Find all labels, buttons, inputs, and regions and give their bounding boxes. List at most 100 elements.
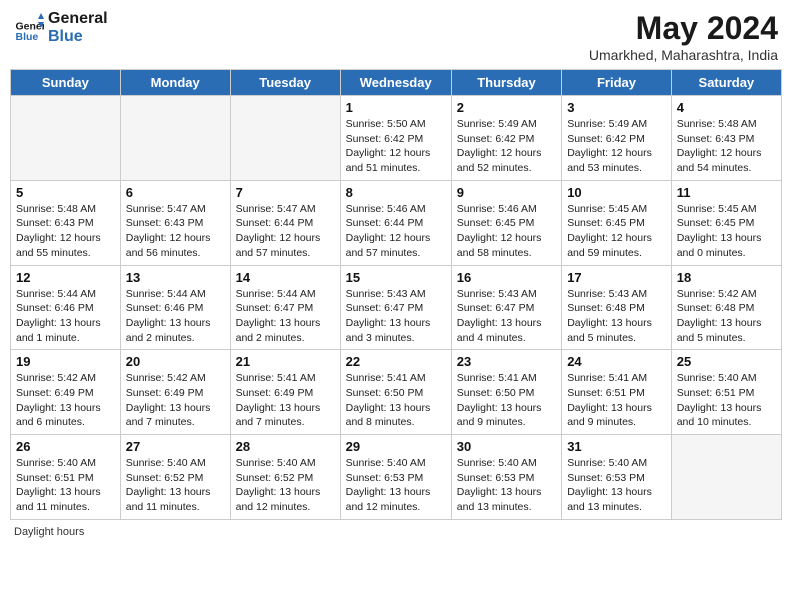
calendar-cell: 23 Sunrise: 5:41 AM Sunset: 6:50 PM Dayli… (451, 350, 561, 435)
day-number: 29 (346, 439, 446, 454)
footer: Daylight hours (10, 526, 782, 538)
calendar-cell: 25Sunrise: 5:40 AM Sunset: 6:51 PM Dayli… (671, 350, 781, 435)
day-info: Sunrise: 5:42 AM Sunset: 6:49 PM Dayligh… (126, 371, 225, 430)
day-info: Sunrise: 5:40 AM Sunset: 6:52 PM Dayligh… (236, 456, 335, 515)
calendar-cell: 30Sunrise: 5:40 AM Sunset: 6:53 PM Dayli… (451, 435, 561, 520)
calendar-cell: 29Sunrise: 5:40 AM Sunset: 6:53 PM Dayli… (340, 435, 451, 520)
day-info: Sunrise: 5:40 AM Sunset: 6:51 PM Dayligh… (16, 456, 115, 515)
weekday-header-monday: Monday (120, 70, 230, 96)
day-number: 18 (677, 270, 776, 285)
calendar-cell: 9 Sunrise: 5:46 AM Sunset: 6:45 PM Daylig… (451, 180, 561, 265)
logo: General Blue General Blue (14, 10, 108, 46)
day-number: 31 (567, 439, 666, 454)
calendar-cell (11, 96, 121, 181)
calendar-cell: 5 Sunrise: 5:48 AM Sunset: 6:43 PM Daylig… (11, 180, 121, 265)
calendar-cell: 24 Sunrise: 5:41 AM Sunset: 6:51 PM Dayli… (562, 350, 672, 435)
day-info: Sunrise: 5:44 AM Sunset: 6:47 PM Dayligh… (236, 287, 335, 346)
calendar-cell: 3 Sunrise: 5:49 AM Sunset: 6:42 PM Daylig… (562, 96, 672, 181)
calendar-cell: 1Sunrise: 5:50 AM Sunset: 6:42 PM Daylig… (340, 96, 451, 181)
day-info: Sunrise: 5:47 AM Sunset: 6:43 PM Dayligh… (126, 202, 225, 261)
day-number: 11 (677, 185, 776, 200)
day-info: Sunrise: 5:44 AM Sunset: 6:46 PM Dayligh… (126, 287, 225, 346)
day-number: 26 (16, 439, 115, 454)
month-title: May 2024 (589, 10, 778, 47)
day-info: Sunrise: 5:41 AM Sunset: 6:49 PM Dayligh… (236, 371, 335, 430)
day-info: Sunrise: 5:47 AM Sunset: 6:44 PM Dayligh… (236, 202, 335, 261)
day-info: Sunrise: 5:43 AM Sunset: 6:47 PM Dayligh… (457, 287, 556, 346)
calendar-cell: 16 Sunrise: 5:43 AM Sunset: 6:47 PM Dayli… (451, 265, 561, 350)
day-info: Sunrise: 5:42 AM Sunset: 6:49 PM Dayligh… (16, 371, 115, 430)
day-number: 15 (346, 270, 446, 285)
day-info: Sunrise: 5:40 AM Sunset: 6:53 PM Dayligh… (567, 456, 666, 515)
day-info: Sunrise: 5:45 AM Sunset: 6:45 PM Dayligh… (567, 202, 666, 261)
calendar-cell: 7 Sunrise: 5:47 AM Sunset: 6:44 PM Daylig… (230, 180, 340, 265)
calendar-cell: 28 Sunrise: 5:40 AM Sunset: 6:52 PM Dayli… (230, 435, 340, 520)
logo-icon: General Blue (14, 13, 44, 43)
day-number: 5 (16, 185, 115, 200)
day-number: 20 (126, 354, 225, 369)
day-info: Sunrise: 5:40 AM Sunset: 6:52 PM Dayligh… (126, 456, 225, 515)
calendar-cell: 4 Sunrise: 5:48 AM Sunset: 6:43 PM Daylig… (671, 96, 781, 181)
location-subtitle: Umarkhed, Maharashtra, India (589, 47, 778, 63)
weekday-header-sunday: Sunday (11, 70, 121, 96)
calendar-cell: 26 Sunrise: 5:40 AM Sunset: 6:51 PM Dayli… (11, 435, 121, 520)
calendar-cell (230, 96, 340, 181)
day-info: Sunrise: 5:45 AM Sunset: 6:45 PM Dayligh… (677, 202, 776, 261)
day-number: 28 (236, 439, 335, 454)
day-number: 16 (457, 270, 556, 285)
calendar-cell: 10Sunrise: 5:45 AM Sunset: 6:45 PM Dayli… (562, 180, 672, 265)
day-number: 2 (457, 100, 556, 115)
svg-text:Blue: Blue (16, 31, 39, 43)
calendar-cell: 21 Sunrise: 5:41 AM Sunset: 6:49 PM Dayli… (230, 350, 340, 435)
day-info: Sunrise: 5:48 AM Sunset: 6:43 PM Dayligh… (677, 117, 776, 176)
calendar-cell: 14 Sunrise: 5:44 AM Sunset: 6:47 PM Dayli… (230, 265, 340, 350)
day-info: Sunrise: 5:41 AM Sunset: 6:51 PM Dayligh… (567, 371, 666, 430)
day-number: 4 (677, 100, 776, 115)
day-info: Sunrise: 5:48 AM Sunset: 6:43 PM Dayligh… (16, 202, 115, 261)
day-number: 12 (16, 270, 115, 285)
title-block: May 2024 Umarkhed, Maharashtra, India (589, 10, 778, 63)
day-number: 23 (457, 354, 556, 369)
day-info: Sunrise: 5:46 AM Sunset: 6:45 PM Dayligh… (457, 202, 556, 261)
calendar-cell: 18 Sunrise: 5:42 AM Sunset: 6:48 PM Dayli… (671, 265, 781, 350)
calendar-cell: 31 Sunrise: 5:40 AM Sunset: 6:53 PM Dayli… (562, 435, 672, 520)
daylight-label: Daylight hours (14, 526, 84, 538)
day-info: Sunrise: 5:42 AM Sunset: 6:48 PM Dayligh… (677, 287, 776, 346)
day-number: 6 (126, 185, 225, 200)
day-number: 8 (346, 185, 446, 200)
calendar-cell: 6 Sunrise: 5:47 AM Sunset: 6:43 PM Daylig… (120, 180, 230, 265)
day-info: Sunrise: 5:43 AM Sunset: 6:47 PM Dayligh… (346, 287, 446, 346)
page-header: General Blue General Blue May 2024 Umark… (10, 10, 782, 63)
day-info: Sunrise: 5:40 AM Sunset: 6:53 PM Dayligh… (457, 456, 556, 515)
day-number: 3 (567, 100, 666, 115)
day-number: 14 (236, 270, 335, 285)
day-number: 9 (457, 185, 556, 200)
day-info: Sunrise: 5:40 AM Sunset: 6:51 PM Dayligh… (677, 371, 776, 430)
day-info: Sunrise: 5:41 AM Sunset: 6:50 PM Dayligh… (346, 371, 446, 430)
day-number: 24 (567, 354, 666, 369)
calendar-cell: 2 Sunrise: 5:49 AM Sunset: 6:42 PM Daylig… (451, 96, 561, 181)
calendar-cell: 12 Sunrise: 5:44 AM Sunset: 6:46 PM Dayli… (11, 265, 121, 350)
calendar-cell: 11 Sunrise: 5:45 AM Sunset: 6:45 PM Dayli… (671, 180, 781, 265)
calendar-table: SundayMondayTuesdayWednesdayThursdayFrid… (10, 69, 782, 520)
calendar-cell: 20 Sunrise: 5:42 AM Sunset: 6:49 PM Dayli… (120, 350, 230, 435)
day-number: 22 (346, 354, 446, 369)
weekday-header-tuesday: Tuesday (230, 70, 340, 96)
day-info: Sunrise: 5:49 AM Sunset: 6:42 PM Dayligh… (567, 117, 666, 176)
day-info: Sunrise: 5:41 AM Sunset: 6:50 PM Dayligh… (457, 371, 556, 430)
day-number: 13 (126, 270, 225, 285)
calendar-cell (120, 96, 230, 181)
day-info: Sunrise: 5:49 AM Sunset: 6:42 PM Dayligh… (457, 117, 556, 176)
weekday-header-saturday: Saturday (671, 70, 781, 96)
day-number: 27 (126, 439, 225, 454)
weekday-header-friday: Friday (562, 70, 672, 96)
calendar-cell (671, 435, 781, 520)
logo-general: General (48, 10, 108, 28)
day-number: 7 (236, 185, 335, 200)
calendar-cell: 13 Sunrise: 5:44 AM Sunset: 6:46 PM Dayli… (120, 265, 230, 350)
day-number: 21 (236, 354, 335, 369)
day-info: Sunrise: 5:44 AM Sunset: 6:46 PM Dayligh… (16, 287, 115, 346)
weekday-header-wednesday: Wednesday (340, 70, 451, 96)
day-number: 19 (16, 354, 115, 369)
day-info: Sunrise: 5:43 AM Sunset: 6:48 PM Dayligh… (567, 287, 666, 346)
